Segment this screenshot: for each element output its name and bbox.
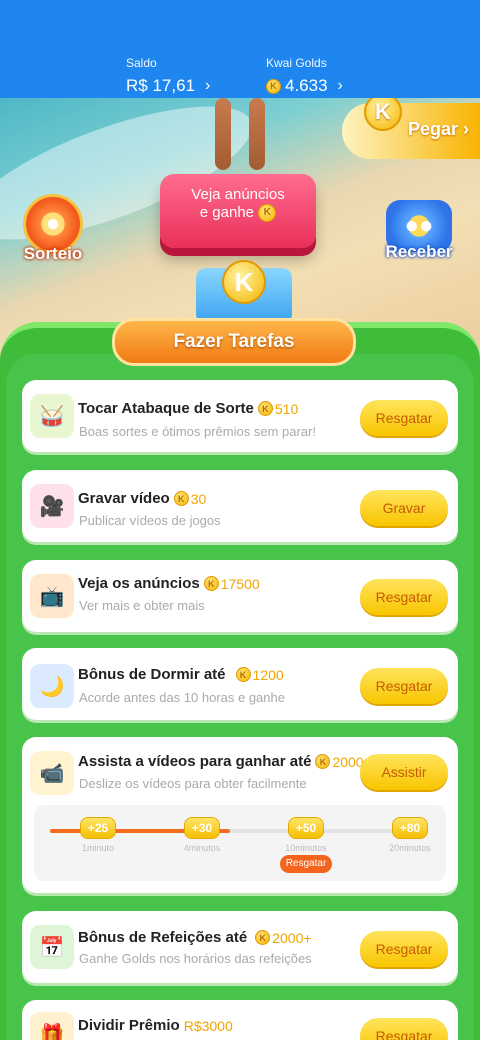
progress-node-label: 20minutos [389, 843, 431, 853]
resgatar-button[interactable]: Resgatar [360, 1018, 448, 1040]
task-title: Assista a vídeos para ganhar até [78, 753, 312, 770]
task-reward: 1200 [252, 666, 284, 683]
task-subtitle: Publicar vídeos de jogos [79, 513, 221, 528]
sleep-icon: 🌙 [30, 664, 74, 708]
cta-line-1: Veja anúncios [191, 186, 285, 203]
task-subtitle: Boas sortes e ótimos prêmios sem parar! [79, 424, 316, 439]
task-card-dormir: 🌙 Bônus de Dormir até K 1200 Acorde antes … [22, 648, 458, 720]
gold-coin-icon: K [315, 754, 331, 769]
watch-progress-panel: +25 1minuto +30 4minutos +50 10minutos R… [34, 805, 446, 881]
chevron-right-icon: › [337, 77, 343, 94]
task-card-gravar-video: 🎥 Gravar vídeo K 30 Publicar vídeos de jog… [22, 470, 458, 542]
person-illustration [205, 98, 275, 176]
progress-node: +80 [392, 817, 428, 839]
progress-node: +30 [184, 817, 220, 839]
sorteio-button[interactable]: ● Sorteio [10, 194, 96, 264]
task-card-assistir-videos: 📹 Assista a vídeos para ganhar até K 2000 … [22, 737, 458, 893]
task-reward: 30 [190, 490, 207, 507]
task-card-atabaque: 🥁 Tocar Atabaque de Sorte K 510 Boas sorte… [22, 380, 458, 452]
receber-button[interactable]: ●● Receber [376, 200, 462, 262]
golds-label: Kwai Golds [266, 56, 327, 70]
treasure-chest-icon: K [196, 260, 292, 324]
resgatar-button[interactable]: Resgatar [360, 931, 448, 967]
gold-coin-icon: K [257, 401, 273, 416]
pegar-label: Pegar [408, 119, 459, 139]
task-title: Bônus de Dormir até [78, 666, 226, 683]
cta-line-2: e ganhe [199, 204, 255, 221]
progress-node-label: 1minuto [81, 843, 115, 853]
calendar-icon: 📅 [30, 925, 74, 969]
gold-coin-icon: K [258, 204, 277, 223]
gift-icon: 🎁 [30, 1012, 74, 1040]
pegar-button[interactable]: K Pegar › [342, 98, 480, 159]
task-reward: 2000+ [272, 929, 312, 946]
kwai-golds-balance[interactable]: Kwai Golds K 4.633 › [266, 56, 343, 96]
saldo-value: R$ 17,61 [126, 76, 195, 95]
saldo-label: Saldo [126, 56, 157, 70]
saldo-balance[interactable]: Saldo R$ 17,61 › [126, 56, 210, 96]
progress-claim-button[interactable]: Resgatar [280, 855, 332, 873]
gold-coin-icon: K [173, 491, 189, 506]
top-balance-bar: Saldo R$ 17,61 › Kwai Golds K 4.633 › [0, 0, 480, 98]
camera-icon: 📹 [30, 751, 74, 795]
task-subtitle: Deslize os vídeos para obter facilmente [79, 776, 307, 791]
tv-icon: 📺 [30, 574, 74, 618]
receber-label: Receber [385, 242, 453, 261]
task-subtitle: Ganhe Golds nos horários das refeições [79, 951, 312, 966]
task-reward: 17500 [220, 575, 260, 592]
sorteio-label: Sorteio [23, 244, 83, 263]
progress-node-label: 4minutos [183, 843, 221, 853]
task-card-refeicoes: 📅 Bônus de Refeições até K 2000+ Ganhe Gol… [22, 911, 458, 983]
chevron-right-icon: › [205, 77, 211, 94]
progress-node: +25 [80, 817, 116, 839]
task-reward: 2000 [332, 753, 364, 770]
resgatar-button[interactable]: Resgatar [360, 400, 448, 436]
resgatar-button[interactable]: Resgatar [360, 579, 448, 615]
resgatar-button[interactable]: Resgatar [360, 668, 448, 704]
task-card-anuncios: 📺 Veja os anúncios K 17500 Ver mais e obte… [22, 560, 458, 632]
task-title: Bônus de Refeições até [78, 929, 248, 946]
watch-ads-cta-button[interactable]: Veja anúncios e ganhe K [160, 174, 316, 248]
gold-coin-icon: K [235, 667, 251, 682]
task-title: Veja os anúncios [78, 575, 200, 592]
section-title-banner: Fazer Tarefas [112, 318, 356, 366]
gravar-button[interactable]: Gravar [360, 490, 448, 526]
gold-coin-icon: K [266, 78, 281, 94]
golds-value: 4.633 [285, 76, 328, 95]
gold-coin-icon: K [364, 98, 402, 131]
progress-node-label: 10minutos [285, 843, 327, 853]
task-subtitle: Ver mais e obter mais [79, 598, 205, 613]
task-card-dividir-premio: 🎁 Dividir Prêmio R$3000 Resgatar [22, 1000, 458, 1040]
task-title: Dividir Prêmio [78, 1017, 180, 1034]
task-subtitle: Acorde antes das 10 horas e ganhe [79, 690, 285, 705]
task-reward: 510 [274, 400, 299, 417]
task-title: Gravar vídeo [78, 490, 170, 507]
gold-coin-icon: K [222, 260, 266, 304]
task-title: Tocar Atabaque de Sorte [78, 400, 254, 417]
task-reward: R$3000 [183, 1017, 233, 1034]
gold-coin-icon: K [255, 930, 271, 945]
gold-coin-icon: K [203, 576, 219, 591]
video-record-icon: 🎥 [30, 484, 74, 528]
progress-node: +50 [288, 817, 324, 839]
drum-icon: 🥁 [30, 394, 74, 438]
assistir-button[interactable]: Assistir [360, 754, 448, 790]
chevron-right-icon: › [463, 119, 470, 139]
